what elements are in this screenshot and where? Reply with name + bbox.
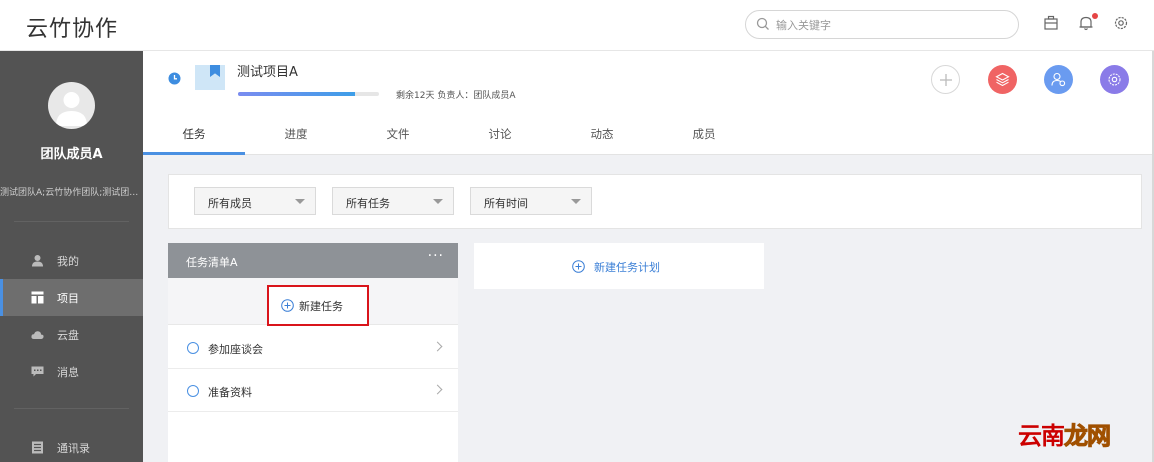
avatar-user-icon: [56, 92, 87, 126]
project-tabs: 任务 进度 文件 讨论 动态 成员: [143, 117, 1154, 155]
sidebar-item-cloud[interactable]: 云盘: [0, 316, 143, 353]
member-filter-select[interactable]: 所有成员: [194, 187, 316, 215]
sidebar-item-label: 消息: [57, 366, 79, 379]
project-thumbnail: [195, 65, 225, 90]
member-icon: [1051, 72, 1066, 87]
watermark-part1: 云南: [1018, 421, 1065, 450]
select-value: 所有时间: [484, 197, 528, 210]
new-task-row: 新建任务: [168, 278, 458, 326]
sidebar: 团队成员A 测试团队A;云竹协作团队;测试团队B 我的 项目 云盘 消息 通讯录: [0, 51, 143, 462]
project-icon: [31, 291, 44, 304]
filter-bar: 所有成员 所有任务 所有时间: [168, 174, 1142, 229]
task-checkbox[interactable]: [187, 385, 199, 397]
task-label: 参加座谈会: [208, 343, 263, 356]
new-task-plan-label: 新建任务计划: [594, 261, 660, 274]
chevron-right-icon: [432, 341, 443, 352]
task-list-card: 任务清单A ··· 新建任务 参加座谈会 准备资料: [168, 243, 458, 462]
more-icon[interactable]: ···: [428, 248, 444, 264]
task-label: 准备资料: [208, 386, 252, 399]
team-list: 测试团队A;云竹协作团队;测试团队B: [0, 188, 143, 198]
tab-files[interactable]: 文件: [347, 117, 449, 155]
sidebar-divider: [14, 221, 129, 222]
user-icon: [32, 255, 43, 267]
chevron-right-icon: [432, 384, 443, 395]
layers-icon: [995, 72, 1010, 87]
sidebar-item-label: 云盘: [57, 329, 79, 342]
clock-icon: [168, 72, 181, 85]
caret-down-icon: [295, 199, 305, 204]
sidebar-item-mine[interactable]: 我的: [0, 242, 143, 279]
tab-activity[interactable]: 动态: [551, 117, 653, 155]
new-task-label: 新建任务: [299, 300, 343, 313]
plus-circle-icon: [281, 299, 294, 312]
caret-down-icon: [433, 199, 443, 204]
time-filter-select[interactable]: 所有时间: [470, 187, 592, 215]
watermark-part2: 龙网: [1064, 421, 1112, 451]
add-icon: [940, 74, 952, 86]
contacts-icon: [32, 441, 43, 454]
tab-progress[interactable]: 进度: [245, 117, 347, 155]
app-logo[interactable]: 云竹协作: [26, 11, 118, 43]
plus-circle-icon: [572, 260, 585, 273]
top-bar: 云竹协作: [0, 0, 1154, 51]
task-list-header: 任务清单A ···: [168, 243, 458, 278]
task-list-title: 任务清单A: [186, 256, 238, 269]
list-item[interactable]: 准备资料: [168, 369, 458, 412]
message-icon: [31, 366, 44, 377]
project-meta: 剩余12天 负责人：团队成员A: [396, 91, 516, 101]
project-header: 测试项目A 剩余12天 负责人：团队成员A 任务 进度 文件 讨论 动态 成员: [143, 51, 1154, 155]
briefcase-icon[interactable]: [1042, 14, 1060, 32]
select-value: 所有成员: [208, 197, 252, 210]
new-task-button[interactable]: 新建任务: [267, 285, 369, 326]
cloud-icon: [31, 331, 44, 339]
sidebar-item-messages[interactable]: 消息: [0, 353, 143, 390]
username: 团队成员A: [40, 147, 103, 162]
sidebar-item-contacts[interactable]: 通讯录: [0, 429, 143, 462]
member-button[interactable]: [1044, 65, 1073, 94]
caret-down-icon: [571, 199, 581, 204]
sidebar-item-label: 通讯录: [57, 442, 90, 455]
bookmark-icon: [210, 65, 220, 77]
search-box[interactable]: [745, 10, 1019, 39]
new-task-plan-button[interactable]: 新建任务计划: [474, 243, 764, 289]
select-value: 所有任务: [346, 197, 390, 210]
sidebar-divider: [14, 408, 129, 409]
sidebar-item-project[interactable]: 项目: [0, 279, 143, 316]
project-progress-bar: [238, 92, 379, 96]
search-input[interactable]: [776, 16, 1006, 34]
progress-fill: [238, 92, 356, 96]
tab-tasks[interactable]: 任务: [143, 117, 245, 155]
watermark: 云南龙网: [1018, 416, 1112, 451]
tab-discussion[interactable]: 讨论: [449, 117, 551, 155]
settings-icon: [1108, 73, 1121, 86]
list-item[interactable]: 参加座谈会: [168, 326, 458, 369]
task-checkbox[interactable]: [187, 342, 199, 354]
sidebar-item-label: 我的: [57, 255, 79, 268]
avatar[interactable]: [48, 82, 95, 129]
gear-icon[interactable]: [1112, 14, 1130, 32]
layers-button[interactable]: [988, 65, 1017, 94]
tab-members[interactable]: 成员: [653, 117, 755, 155]
sidebar-item-label: 项目: [57, 292, 79, 305]
task-filter-select[interactable]: 所有任务: [332, 187, 454, 215]
add-button[interactable]: [931, 65, 960, 94]
notification-dot: [1092, 13, 1098, 19]
settings-button[interactable]: [1100, 65, 1129, 94]
search-icon: [756, 17, 769, 30]
project-name: 测试项目A: [237, 65, 298, 80]
